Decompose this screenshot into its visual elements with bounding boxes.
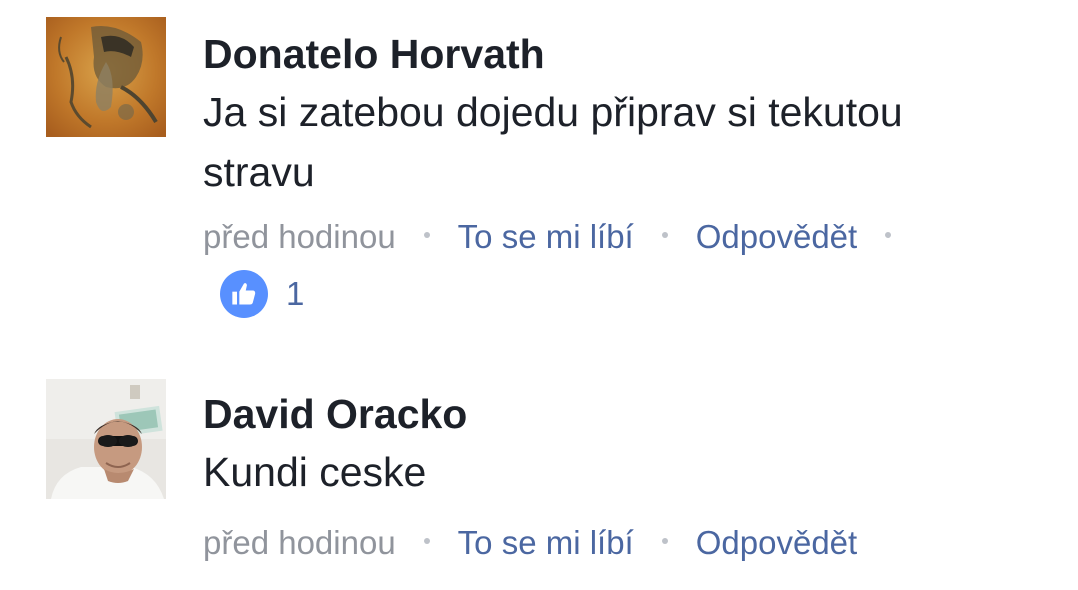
avatar[interactable] (46, 17, 166, 137)
reply-link[interactable]: Odpovědět (696, 524, 857, 561)
reaction-summary[interactable]: 1 (220, 270, 304, 318)
comment-text: Ja si zatebou dojedu připrav si tekutou … (203, 82, 1038, 202)
avatar-photo-man-sunglasses (46, 379, 166, 499)
comments-thread: Donatelo Horvath Ja si zatebou dojedu př… (0, 0, 1078, 590)
comment-text-line: Ja si zatebou dojedu připrav si tekutou (203, 89, 903, 135)
like-link[interactable]: To se mi líbí (458, 218, 634, 255)
comment-text-line: stravu (203, 149, 315, 195)
comment-item: David Oracko Kundi ceske před hodinou To … (0, 360, 1078, 590)
comment-timestamp[interactable]: před hodinou (203, 524, 396, 561)
separator-dot (885, 232, 892, 239)
comment-timestamp[interactable]: před hodinou (203, 218, 396, 255)
comment-author[interactable]: David Oracko (203, 388, 1038, 440)
avatar[interactable] (46, 379, 166, 499)
comment-meta: před hodinou To se mi líbí Odpovědět (203, 216, 1038, 258)
comment-text: Kundi ceske (203, 449, 427, 495)
separator-dot (423, 232, 430, 239)
separator-dot (661, 232, 668, 239)
thumbs-up-icon (220, 270, 268, 318)
comment-item: Donatelo Horvath Ja si zatebou dojedu př… (0, 0, 1078, 340)
reaction-count: 1 (286, 275, 305, 312)
separator-dot (661, 538, 668, 545)
comment-meta: před hodinou To se mi líbí Odpovědět (203, 522, 1038, 564)
comment-author[interactable]: Donatelo Horvath (203, 28, 1038, 80)
separator-dot (423, 538, 430, 545)
avatar-photo-tattoo (46, 17, 166, 137)
like-link[interactable]: To se mi líbí (458, 524, 634, 561)
reply-link[interactable]: Odpovědět (696, 218, 857, 255)
